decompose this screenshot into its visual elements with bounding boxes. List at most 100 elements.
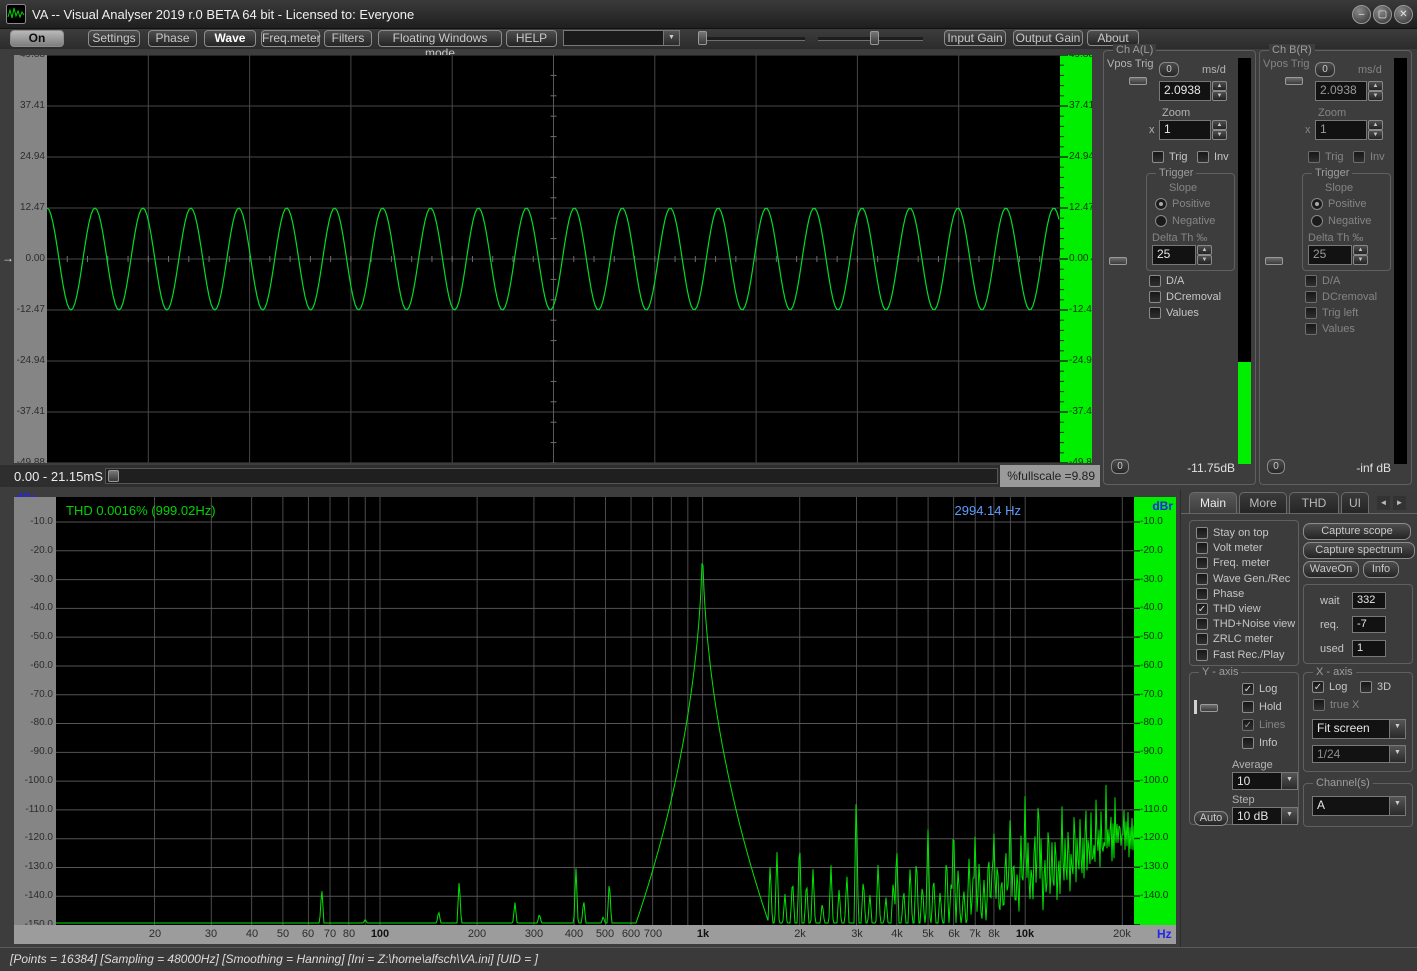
checkbox-icon[interactable] (1196, 542, 1208, 554)
radio-selected-icon[interactable] (1311, 198, 1323, 210)
scope-h-scrollbar-thumb[interactable] (108, 470, 119, 482)
spin-up-icon[interactable]: ▲ (1353, 245, 1368, 255)
ratio-dropdown[interactable]: 1/24 ▼ (1312, 745, 1406, 763)
view-option-volt-meter[interactable]: Volt meter (1196, 542, 1263, 554)
checkbox-icon[interactable] (1197, 151, 1209, 163)
cha-delta-th-field[interactable]: 25 (1152, 245, 1196, 265)
spin-down-icon[interactable]: ▼ (1197, 255, 1212, 265)
chevron-down-icon[interactable]: ▼ (1389, 746, 1405, 762)
cha-vpos-zero-button[interactable]: 0 (1159, 62, 1179, 77)
view-option-freq-meter[interactable]: Freq. meter (1196, 557, 1270, 569)
cha-option-checkbox-d-a[interactable]: D/A (1149, 275, 1184, 287)
chb-option-checkbox-values[interactable]: Values (1305, 323, 1355, 335)
cha-msd-field[interactable]: 2.0938 (1159, 81, 1211, 101)
chb-trig-slider-handle[interactable] (1285, 77, 1303, 85)
chb-slope-negative-radio[interactable]: Negative (1311, 215, 1371, 227)
checkbox-icon[interactable] (1149, 291, 1161, 303)
spin-up-icon[interactable]: ▲ (1368, 81, 1383, 91)
cha-trig-checkbox[interactable]: Trig (1152, 151, 1188, 163)
y-axis-info-checkbox[interactable]: Info (1242, 737, 1277, 749)
checkbox-icon[interactable] (1305, 291, 1317, 303)
view-option-phase[interactable]: Phase (1196, 588, 1244, 600)
chb-msd-field[interactable]: 2.0938 (1315, 81, 1367, 101)
checkbox-icon[interactable] (1149, 307, 1161, 319)
tab-main[interactable]: Main (1189, 492, 1237, 513)
checkbox-icon[interactable] (1242, 737, 1254, 749)
cha-slope-negative-radio[interactable]: Negative (1155, 215, 1215, 227)
cha-reset-zero-button[interactable]: 0 (1111, 459, 1129, 474)
checkbox-checked-icon[interactable]: ✓ (1242, 719, 1254, 731)
chevron-down-icon[interactable]: ▼ (1389, 720, 1405, 738)
cha-msd-spinner[interactable]: ▲▼ (1212, 81, 1227, 101)
checkbox-icon[interactable] (1196, 588, 1208, 600)
toolbar-button-phase[interactable]: Phase (148, 30, 197, 47)
chb-delta-th-spinner[interactable]: ▲▼ (1353, 245, 1368, 265)
capture-scope-button[interactable]: Capture scope (1303, 523, 1411, 540)
preset-combo[interactable]: ▼ (563, 30, 680, 46)
cha-zoom-field[interactable]: 1 (1159, 120, 1211, 140)
step-dropdown[interactable]: 10 dB ▼ (1232, 807, 1298, 825)
capture-spectrum-button[interactable]: Capture spectrum (1303, 542, 1415, 559)
checkbox-icon[interactable] (1308, 151, 1320, 163)
y-axis-hold-checkbox[interactable]: Hold (1242, 701, 1282, 713)
y-axis-lines-checkbox[interactable]: ✓Lines (1242, 719, 1285, 731)
req-field[interactable]: -7 (1352, 616, 1386, 633)
checkbox-checked-icon[interactable]: ✓ (1312, 681, 1324, 693)
tab-scroll-right-icon[interactable]: ► (1393, 496, 1406, 510)
checkbox-icon[interactable] (1305, 307, 1317, 319)
channel-dropdown[interactable]: A ▼ (1312, 796, 1406, 816)
info-button[interactable]: Info (1363, 561, 1399, 578)
checkbox-icon[interactable] (1196, 573, 1208, 585)
spin-up-icon[interactable]: ▲ (1197, 245, 1212, 255)
scope-h-scrollbar[interactable] (105, 468, 998, 484)
checkbox-icon[interactable] (1196, 649, 1208, 661)
chb-option-checkbox-trig-left[interactable]: Trig left (1305, 307, 1358, 319)
tab-scroll-left-icon[interactable]: ◄ (1377, 496, 1390, 510)
checkbox-checked-icon[interactable]: ✓ (1196, 603, 1208, 615)
spin-up-icon[interactable]: ▲ (1368, 120, 1383, 130)
view-option-thd-noise-view[interactable]: THD+Noise view (1196, 618, 1295, 630)
tab-ui[interactable]: UI (1341, 492, 1369, 513)
chevron-down-icon[interactable]: ▼ (1281, 773, 1297, 789)
chevron-down-icon[interactable]: ▼ (1281, 808, 1297, 824)
checkbox-icon[interactable] (1242, 701, 1254, 713)
toolbar-button-freq-meter[interactable]: Freq.meter (261, 30, 320, 47)
checkbox-icon[interactable] (1313, 699, 1325, 711)
radio-selected-icon[interactable] (1155, 198, 1167, 210)
toolbar-button-filters[interactable]: Filters (324, 30, 372, 47)
view-option-thd-view[interactable]: ✓THD view (1196, 603, 1261, 615)
chb-trig-checkbox[interactable]: Trig (1308, 151, 1344, 163)
toolbar-button-input-gain[interactable]: Input Gain (944, 30, 1006, 46)
spin-down-icon[interactable]: ▼ (1212, 130, 1227, 140)
chb-option-checkbox-dcremoval[interactable]: DCremoval (1305, 291, 1377, 303)
radio-icon[interactable] (1311, 215, 1323, 227)
spin-up-icon[interactable]: ▲ (1212, 81, 1227, 91)
radio-icon[interactable] (1155, 215, 1167, 227)
view-option-zrlc-meter[interactable]: ZRLC meter (1196, 633, 1273, 645)
average-dropdown[interactable]: 10 ▼ (1232, 772, 1298, 790)
wave-on-button[interactable]: WaveOn (1303, 561, 1359, 578)
view-option-fast-rec-play[interactable]: Fast Rec./Play (1196, 649, 1285, 661)
chb-option-checkbox-d-a[interactable]: D/A (1305, 275, 1340, 287)
toolbar-slider-1-thumb[interactable] (698, 31, 707, 45)
checkbox-icon[interactable] (1196, 557, 1208, 569)
chb-vpos-slider-handle[interactable] (1265, 257, 1283, 265)
cha-slope-positive-radio[interactable]: Positive (1155, 198, 1211, 210)
checkbox-icon[interactable] (1196, 618, 1208, 630)
checkbox-icon[interactable] (1360, 681, 1372, 693)
used-field[interactable]: 1 (1352, 640, 1386, 657)
chb-slope-positive-radio[interactable]: Positive (1311, 198, 1367, 210)
spin-up-icon[interactable]: ▲ (1212, 120, 1227, 130)
tab-thd[interactable]: THD (1289, 492, 1339, 513)
chevron-down-icon[interactable]: ▼ (663, 31, 679, 45)
chb-zoom-spinner[interactable]: ▲▼ (1368, 120, 1383, 140)
checkbox-icon[interactable] (1196, 527, 1208, 539)
cha-option-checkbox-values[interactable]: Values (1149, 307, 1199, 319)
x-axis-truex-checkbox[interactable]: true X (1313, 699, 1359, 711)
chb-reset-zero-button[interactable]: 0 (1267, 459, 1285, 474)
spin-down-icon[interactable]: ▼ (1353, 255, 1368, 265)
tab-more[interactable]: More (1239, 492, 1287, 513)
toolbar-slider-1-track[interactable] (700, 37, 805, 41)
auto-button[interactable]: Auto (1194, 811, 1228, 826)
cha-delta-th-spinner[interactable]: ▲▼ (1197, 245, 1212, 265)
